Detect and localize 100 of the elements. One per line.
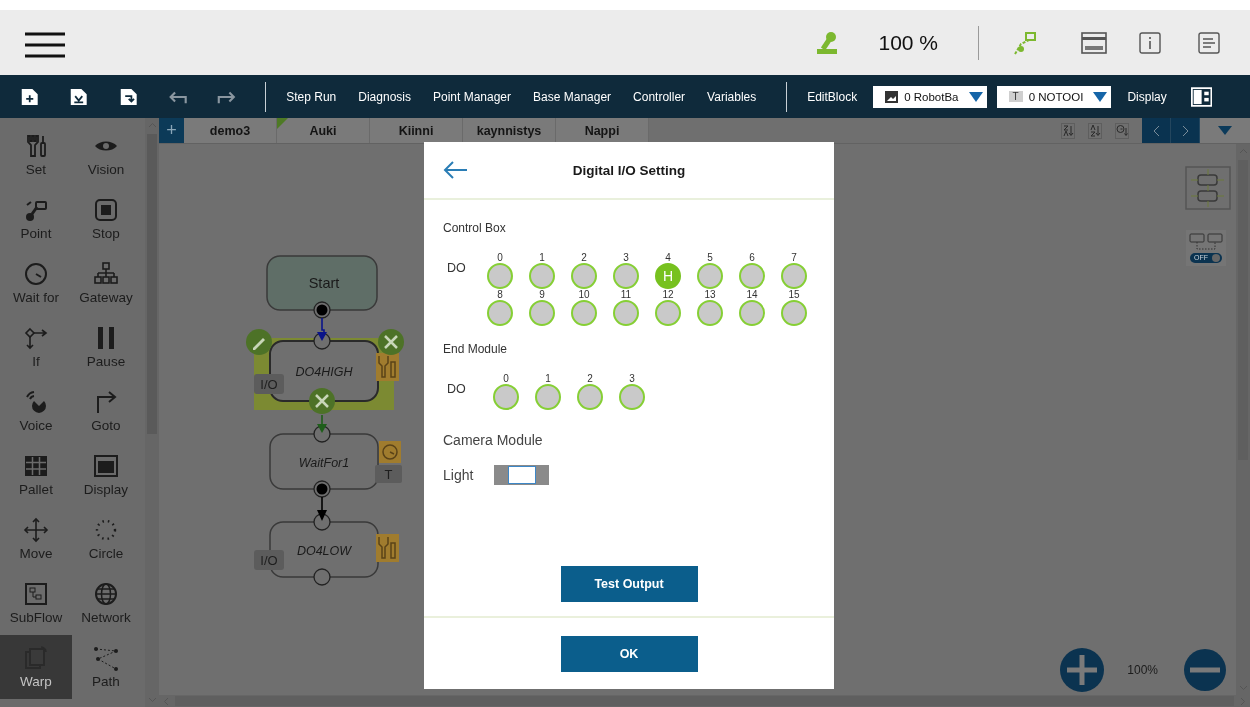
output-toggle[interactable] <box>487 263 513 289</box>
output-toggle[interactable] <box>739 300 765 326</box>
flow-tab[interactable]: Auki <box>277 118 370 143</box>
next-button[interactable] <box>1171 118 1200 143</box>
output-number: 15 <box>788 289 800 300</box>
palette-item[interactable]: Set <box>0 123 72 187</box>
output-toggle[interactable] <box>535 384 561 410</box>
output-toggle[interactable] <box>577 384 603 410</box>
flow-tab[interactable]: demo3 <box>184 118 277 143</box>
output-toggle[interactable] <box>571 300 597 326</box>
palette-item[interactable]: Warp <box>0 635 72 699</box>
output-toggle[interactable] <box>781 300 807 326</box>
output-toggle[interactable] <box>697 300 723 326</box>
output-toggle[interactable] <box>739 263 765 289</box>
delete-button[interactable] <box>378 329 404 355</box>
dotted-path-icon <box>93 645 119 671</box>
output-number: 1 <box>545 373 551 384</box>
flow-tab[interactable]: Kiinni <box>370 118 463 143</box>
caret-icon <box>968 91 983 102</box>
base-dropdown[interactable]: 0 RobotBa <box>873 85 987 108</box>
connector-arrow <box>317 317 327 341</box>
palette-item[interactable]: Voice <box>0 379 72 443</box>
output-toggle[interactable] <box>571 263 597 289</box>
palette-item[interactable]: Network <box>72 571 140 635</box>
output-number: 12 <box>662 289 674 300</box>
output-number: 0 <box>497 252 503 263</box>
palette-item[interactable]: SubFlow <box>0 571 72 635</box>
tool-dropdown[interactable]: T 0 NOTOOI <box>996 85 1112 108</box>
output-number: 7 <box>791 252 797 263</box>
palette-item[interactable]: Pause <box>72 315 140 379</box>
palette-item[interactable]: Pallet <box>0 443 72 507</box>
robot-arm-icon[interactable] <box>1011 29 1037 56</box>
toolbar-item[interactable]: Controller <box>627 89 692 104</box>
zoom-out-button[interactable] <box>1184 649 1226 691</box>
node-label: Start <box>308 275 340 291</box>
output-toggle[interactable] <box>781 263 807 289</box>
palette-item[interactable]: Gateway <box>72 251 140 315</box>
toolbar-item[interactable]: EditBlock <box>801 89 864 104</box>
palette-item[interactable]: Wait for <box>0 251 72 315</box>
stop-icon <box>93 197 119 223</box>
output-toggle[interactable] <box>613 300 639 326</box>
align-layout-icon[interactable] <box>1185 166 1231 210</box>
flow-tab[interactable]: kaynnistys <box>463 118 556 143</box>
ok-button[interactable]: OK <box>560 635 698 672</box>
toolbar-item[interactable]: Diagnosis <box>352 89 417 104</box>
monitor-icon[interactable] <box>1081 31 1107 54</box>
palette-item[interactable]: Circle <box>72 507 140 571</box>
palette-item[interactable]: Goto <box>72 379 140 443</box>
node-label: WaitFor1 <box>298 455 350 470</box>
add-tab-button[interactable]: + <box>159 118 184 143</box>
output-toggle[interactable] <box>613 263 639 289</box>
previous-button[interactable] <box>1142 118 1171 143</box>
toolbar-item[interactable]: Point Manager <box>427 89 518 104</box>
menu-icon[interactable] <box>25 31 65 58</box>
output-toggle[interactable] <box>619 384 645 410</box>
speed-value: 100 % <box>878 30 938 55</box>
toolbar-item[interactable]: Variables <box>701 89 763 104</box>
palette-item[interactable]: Stop <box>72 187 140 251</box>
output-toggle[interactable] <box>493 384 519 410</box>
grid-icon <box>23 453 49 479</box>
scroll-left-icon[interactable] <box>163 696 169 706</box>
palette-item[interactable]: If <box>0 315 72 379</box>
screen-icon <box>93 453 119 479</box>
edit-button[interactable] <box>246 329 272 355</box>
toolbar-item[interactable]: Step Run <box>280 89 343 104</box>
flow-node[interactable] <box>266 255 378 311</box>
panel-layout-icon[interactable] <box>1190 85 1212 108</box>
document-icon[interactable] <box>1198 31 1220 54</box>
output-toggle[interactable]: H <box>655 263 681 289</box>
output-toggle[interactable] <box>487 300 513 326</box>
output-toggle[interactable] <box>529 300 555 326</box>
back-arrow-icon[interactable] <box>443 161 467 179</box>
speaker-icon <box>23 389 49 415</box>
palette-item[interactable]: Vision <box>72 123 140 187</box>
palette-item[interactable]: Path <box>72 635 140 699</box>
info-icon[interactable] <box>1139 31 1161 54</box>
output-number: 1 <box>539 252 545 263</box>
palette-item[interactable]: Point <box>0 187 72 251</box>
flow-tab[interactable]: Nappi <box>556 118 649 143</box>
output-toggle[interactable] <box>697 263 723 289</box>
dialog-title: Digital I/O Setting <box>572 162 686 178</box>
light-switch[interactable] <box>494 465 549 485</box>
toolbar-item[interactable]: Display <box>1121 89 1173 104</box>
sort-by-time-icon[interactable] <box>1115 122 1129 139</box>
zoom-in-button[interactable] <box>1060 648 1105 692</box>
tab-list-button[interactable] <box>1200 118 1250 143</box>
palette-item[interactable]: Display <box>72 443 140 507</box>
output-toggle[interactable] <box>655 300 681 326</box>
palette-item[interactable]: Move <box>0 507 72 571</box>
node-label: DO4HIGH <box>295 365 353 379</box>
sort-descending-icon[interactable] <box>1061 122 1075 139</box>
output-number: 3 <box>629 373 635 384</box>
test-output-button[interactable]: Test Output <box>560 566 698 602</box>
flow-node[interactable] <box>269 433 379 490</box>
sort-ascending-icon[interactable] <box>1088 122 1102 139</box>
output-toggle[interactable] <box>529 263 555 289</box>
delete-button[interactable] <box>309 388 335 414</box>
toolbar-item[interactable]: Base Manager <box>527 89 618 104</box>
type-tag: T <box>375 465 402 483</box>
wrench-screwdriver-icon <box>376 353 399 381</box>
